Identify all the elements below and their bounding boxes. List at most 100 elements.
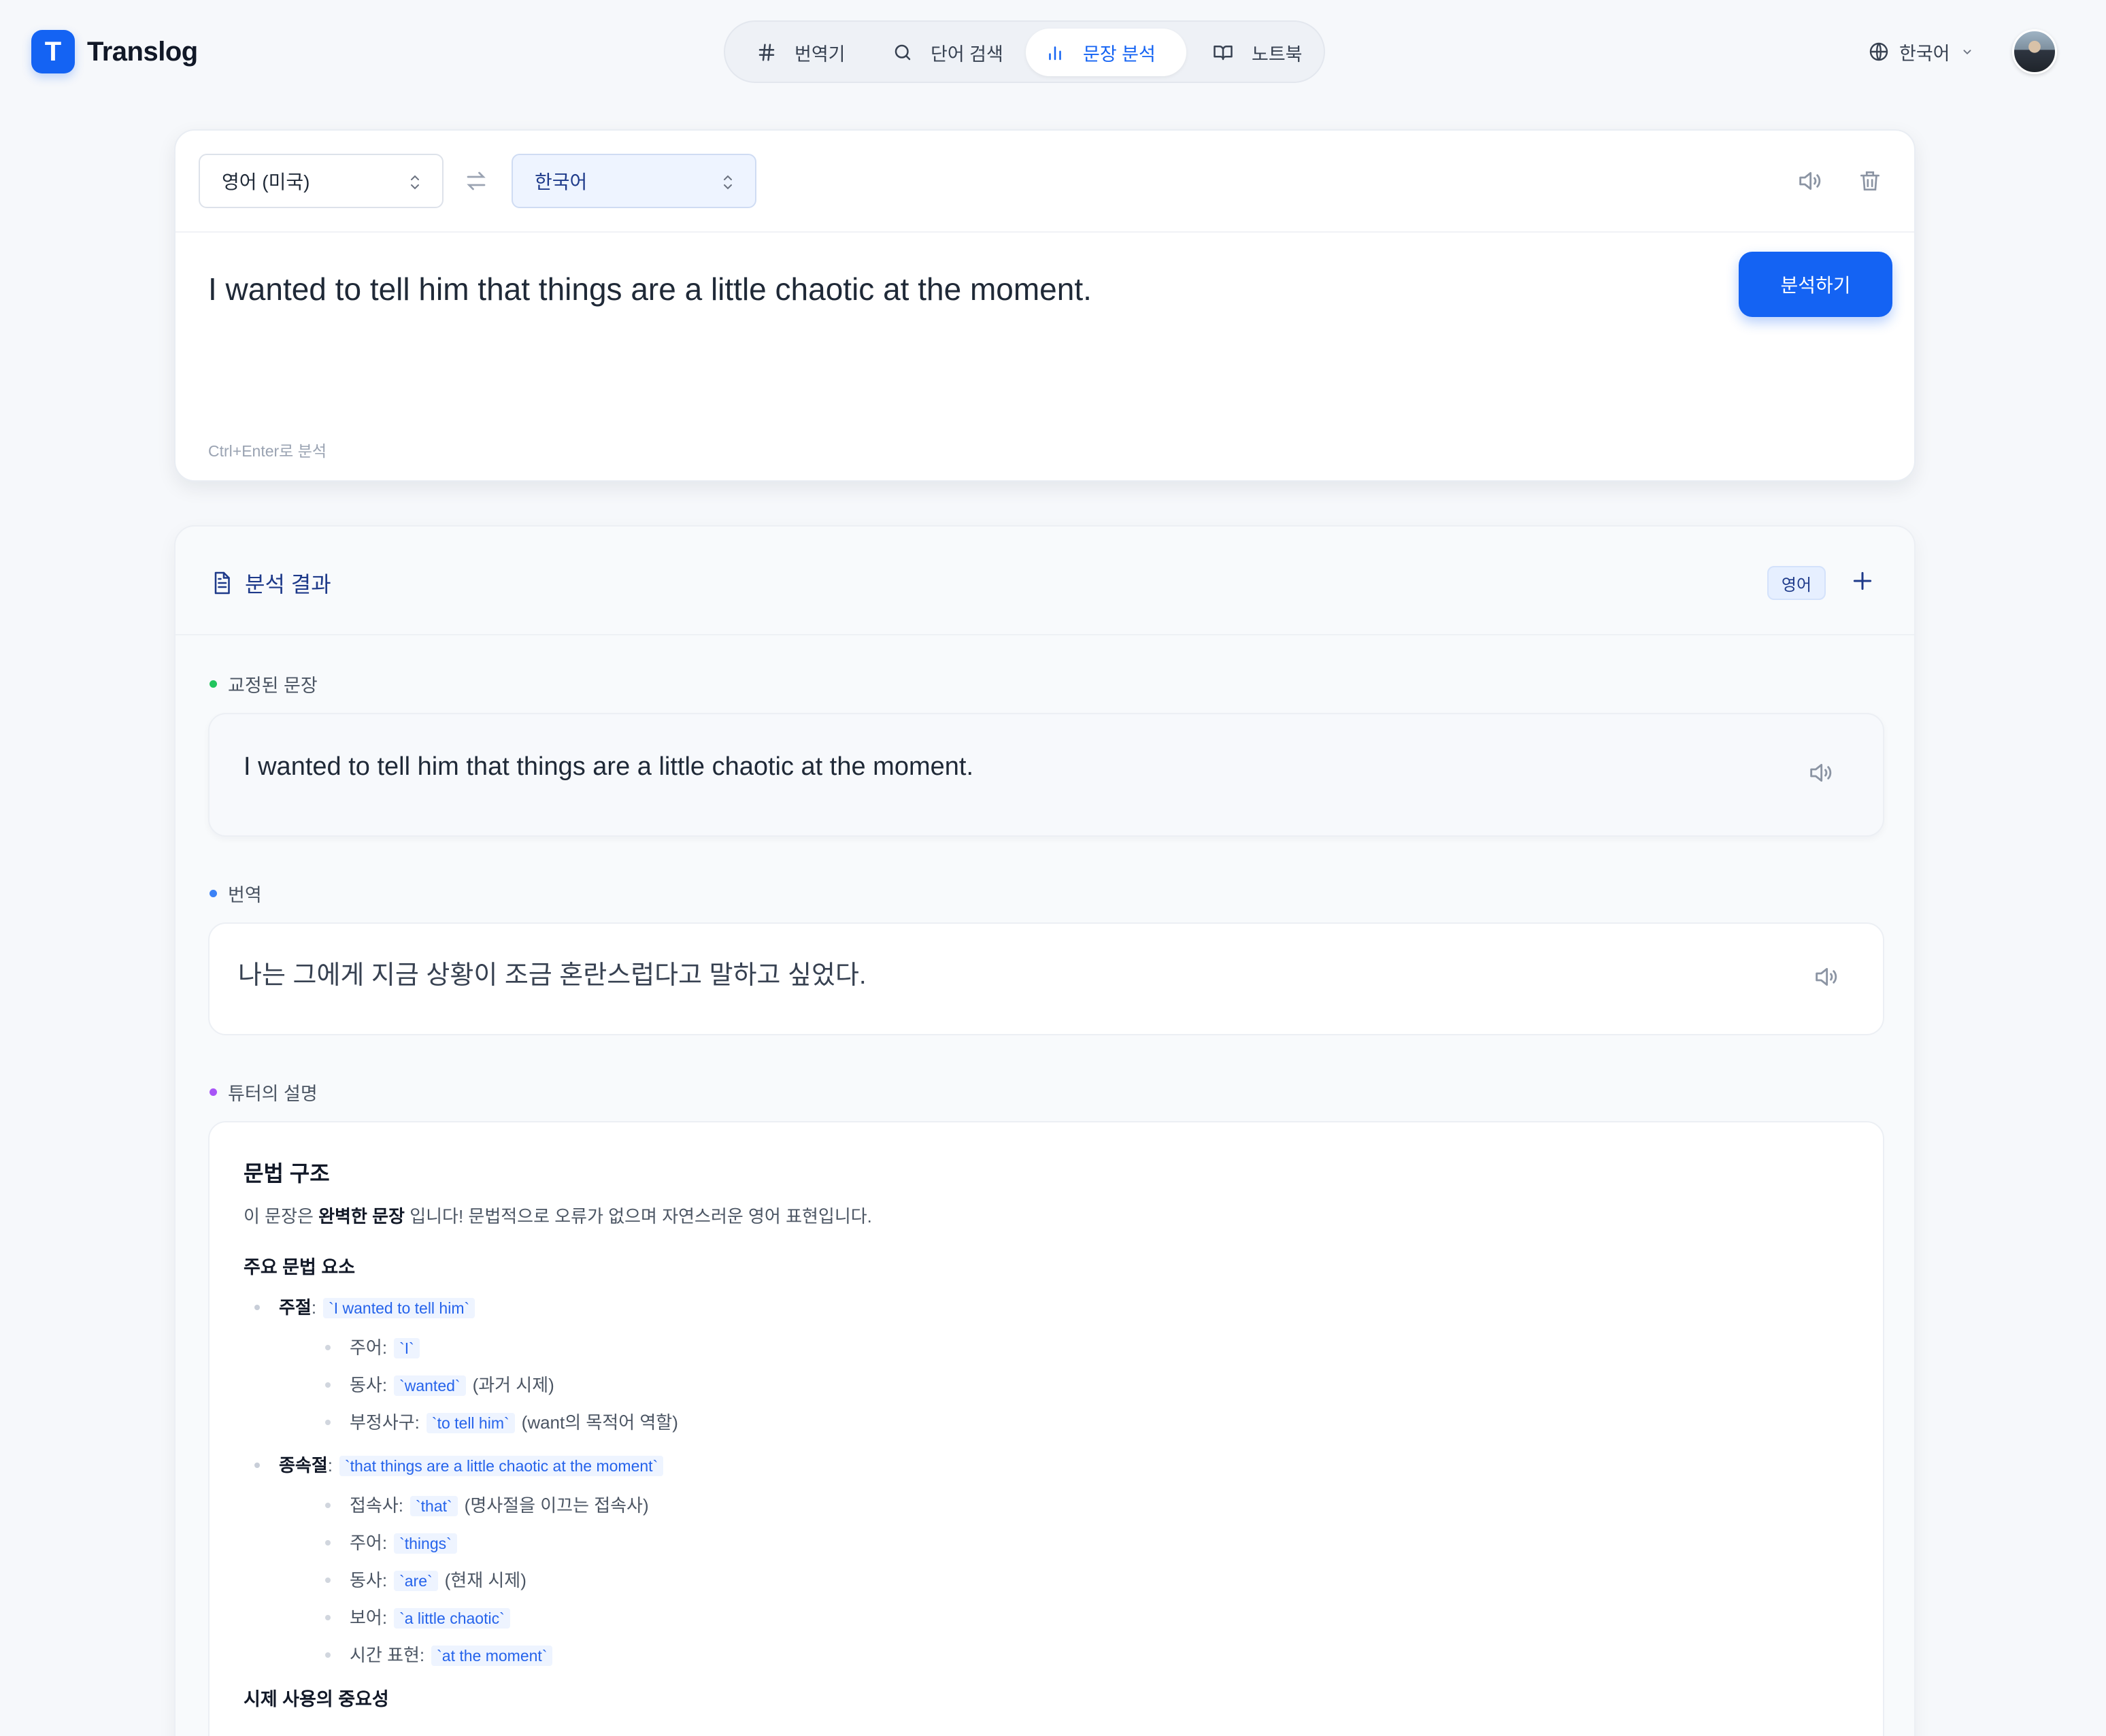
- corrected-label-text: 교정된 문장: [228, 675, 318, 696]
- item-code: `things`: [394, 1533, 457, 1554]
- sub-clause-subitems: 접속사: `that` (명사절을 이끄는 접속사) 주어: `things` 동사:…: [279, 1492, 1849, 1669]
- globe-icon: [1868, 41, 1890, 63]
- tutor-content: 문법 구조 이 문장은 완벽한 문장 입니다! 문법적으로 오류가 없으며 자연…: [244, 1156, 1849, 1726]
- speaker-icon: [1812, 963, 1839, 990]
- item-label: 부정사구:: [350, 1412, 420, 1433]
- language-badge: 영어: [1767, 566, 1826, 600]
- list-item: 동사: `are` (현재 시제): [279, 1567, 1849, 1595]
- main-clause-code: `I wanted to tell him`: [323, 1298, 475, 1318]
- item-note: (현재 시제): [444, 1570, 526, 1590]
- swap-languages-button[interactable]: [464, 169, 488, 193]
- search-icon: [892, 42, 913, 63]
- speaker-icon: [1796, 167, 1823, 195]
- list-item: 동사: `wanted` (과거 시제): [279, 1371, 1849, 1399]
- shortcut-hint: Ctrl+Enter로 분석: [208, 442, 327, 460]
- list-item: 보어: `a little chaotic`: [279, 1604, 1849, 1632]
- speaker-icon: [1807, 759, 1834, 786]
- list-item: 부정사구: `to tell him` (want의 목적어 역할): [279, 1409, 1849, 1437]
- speak-translation-button[interactable]: [1812, 963, 1839, 990]
- clear-input-button[interactable]: [1857, 167, 1883, 195]
- sub-clause-item: 종속절: `that things are a little chaotic at…: [244, 1452, 1849, 1669]
- sub-clause-label: 종속절: [279, 1455, 328, 1475]
- tutor-label-text: 튜터의 설명: [228, 1084, 318, 1104]
- blue-dot: [210, 890, 217, 897]
- app-name: Translog: [87, 36, 198, 67]
- main-clause-label: 주절: [279, 1297, 312, 1318]
- plus-icon: [1849, 567, 1876, 595]
- tense-heading: 시제 사용의 중요성: [244, 1689, 389, 1709]
- chevron-updown-icon: [720, 173, 736, 192]
- target-language-value: 한국어: [535, 171, 588, 193]
- nav-item-notebook[interactable]: 노트북: [1201, 29, 1321, 76]
- nav-item-label: 단어 검색: [931, 44, 1003, 65]
- app-logo[interactable]: T Translog: [31, 30, 198, 73]
- item-label: 주어:: [350, 1337, 388, 1358]
- item-code: `are`: [394, 1571, 438, 1591]
- item-code: `to tell him`: [426, 1413, 515, 1433]
- purple-dot: [210, 1088, 217, 1096]
- main-nav: 번역기 단어 검색 문장 분석 노트북: [724, 20, 1325, 83]
- analysis-result-card: 분석 결과 영어 교정된 문장 I wanted to tell him tha…: [174, 525, 1916, 1736]
- item-code: `wanted`: [394, 1375, 466, 1396]
- main-clause-subitems: 주어: `I` 동사: `wanted` (과거 시제) 부정사구: `to tell …: [279, 1334, 1849, 1437]
- book-icon: [1212, 42, 1234, 63]
- source-text-input[interactable]: I wanted to tell him that things are a l…: [208, 271, 1092, 307]
- intro-text: 입니다! 문법적으로 오류가 없으며 자연스러운 영어 표현입니다.: [404, 1206, 872, 1226]
- translation-box: 나는 그에게 지금 상황이 조금 혼란스럽다고 말하고 싶었다.: [208, 922, 1884, 1035]
- hash-icon: [756, 42, 777, 63]
- item-code: `at the moment`: [431, 1646, 553, 1666]
- tutor-intro: 이 문장은 완벽한 문장 입니다! 문법적으로 오류가 없으며 자연스러운 영어…: [244, 1203, 1849, 1228]
- green-dot: [210, 680, 217, 688]
- list-item: 시간 표현: `at the moment`: [279, 1641, 1849, 1669]
- app-header: T Translog 번역기 단어 검색 문장 분석 노트북 한국어: [0, 0, 2106, 103]
- item-code: `I`: [394, 1338, 420, 1358]
- bar-chart-icon: [1045, 42, 1065, 63]
- intro-bold: 완벽한 문장: [318, 1206, 405, 1226]
- translation-label-text: 번역: [228, 885, 262, 905]
- intro-text: 이 문장은: [244, 1206, 319, 1226]
- logo-mark: T: [31, 30, 75, 73]
- source-language-value: 영어 (미국): [222, 171, 310, 193]
- chevron-down-icon: [1960, 44, 1975, 59]
- item-note: (명사절을 이끄는 접속사): [464, 1495, 649, 1516]
- item-note: (과거 시제): [472, 1375, 554, 1395]
- source-language-select[interactable]: 영어 (미국): [199, 154, 444, 208]
- analyze-button[interactable]: 분석하기: [1739, 252, 1892, 317]
- result-header: 분석 결과 영어: [176, 527, 1914, 635]
- item-label: 시간 표현:: [350, 1645, 425, 1665]
- sub-clause-code: `that things are a little chaotic at the…: [339, 1456, 664, 1476]
- input-card: 영어 (미국) 한국어 I wanted to tell him that th…: [174, 129, 1916, 482]
- item-note: (want의 목적어 역할): [521, 1412, 678, 1433]
- nav-item-sentence-analysis[interactable]: 문장 분석: [1026, 29, 1186, 76]
- item-label: 보어:: [350, 1607, 388, 1628]
- tutor-explanation-box: 문법 구조 이 문장은 완벽한 문장 입니다! 문법적으로 오류가 없으며 자연…: [208, 1121, 1884, 1736]
- speak-input-button[interactable]: [1796, 167, 1823, 195]
- chevron-updown-icon: [407, 173, 423, 192]
- item-label: 동사:: [350, 1375, 388, 1395]
- ui-language-selector[interactable]: 한국어: [1868, 34, 1975, 69]
- list-item: 주어: `things`: [279, 1529, 1849, 1557]
- nav-item-label: 노트북: [1252, 44, 1303, 65]
- ui-language-label: 한국어: [1899, 43, 1950, 64]
- item-code: `a little chaotic`: [394, 1608, 510, 1629]
- item-label: 접속사:: [350, 1495, 403, 1516]
- trash-icon: [1857, 167, 1883, 195]
- result-title: 분석 결과: [210, 567, 331, 599]
- add-to-notebook-button[interactable]: [1849, 567, 1876, 595]
- item-label: 주어:: [350, 1533, 388, 1553]
- grammar-structure-heading: 문법 구조: [244, 1161, 330, 1186]
- nav-item-translator[interactable]: 번역기: [746, 29, 875, 76]
- result-title-text: 분석 결과: [245, 572, 331, 597]
- user-avatar[interactable]: [2012, 29, 2057, 74]
- key-elements-heading: 주요 문법 요소: [244, 1257, 356, 1278]
- nav-item-label: 문장 분석: [1083, 44, 1156, 65]
- nav-item-label: 번역기: [795, 44, 846, 65]
- target-language-select[interactable]: 한국어: [512, 154, 756, 208]
- nav-item-word-search[interactable]: 단어 검색: [882, 29, 1031, 76]
- item-label: 동사:: [350, 1570, 388, 1590]
- corrected-section-label: 교정된 문장: [210, 671, 318, 697]
- item-code: `that`: [410, 1496, 458, 1516]
- divider: [176, 231, 1914, 233]
- grammar-elements-list: 주절: `I wanted to tell him` 주어: `I` 동사: `wan…: [244, 1294, 1849, 1669]
- speak-corrected-button[interactable]: [1807, 759, 1834, 786]
